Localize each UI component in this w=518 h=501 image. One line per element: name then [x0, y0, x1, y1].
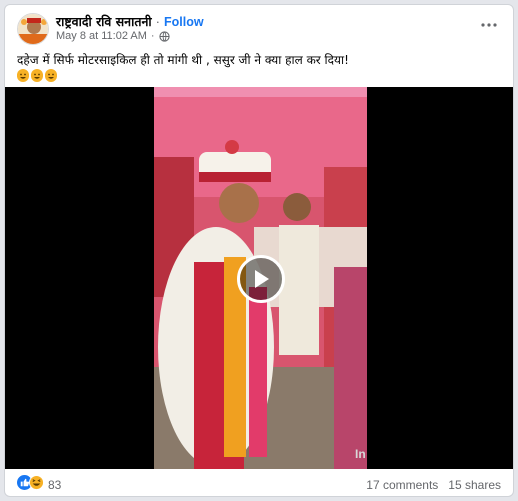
globe-icon[interactable]: [158, 30, 170, 42]
play-icon: [255, 270, 269, 288]
post-timestamp[interactable]: May 8 at 11:02 AM: [56, 30, 147, 42]
post-header: राष्ट्रवादी रवि सनातनी · Follow May 8 at…: [5, 5, 513, 49]
more-options-icon[interactable]: [479, 15, 499, 35]
post-meta: May 8 at 11:02 AM ·: [56, 30, 170, 42]
author-avatar[interactable]: [17, 13, 49, 45]
avatar-image: [18, 14, 48, 44]
post-card: राष्ट्रवादी रवि सनातनी · Follow May 8 at…: [4, 4, 514, 497]
post-footer: 83 17 comments 15 shares: [5, 469, 513, 496]
play-button[interactable]: [237, 255, 285, 303]
reaction-count: 83: [48, 478, 62, 492]
follow-button[interactable]: Follow: [164, 15, 204, 29]
meta-separator: ·: [150, 30, 155, 42]
author-row: राष्ट्रवादी रवि सनातनी · Follow: [56, 13, 204, 30]
comments-link[interactable]: 17 comments: [366, 478, 438, 492]
grinning-face-icon: [45, 69, 57, 82]
video-watermark: In: [355, 447, 366, 461]
reactions-summary[interactable]: 83: [17, 475, 61, 495]
post-caption: दहेज में सिर्फ मोटरसाइकिल ही तो मांगी थी…: [17, 53, 349, 67]
haha-icon: [29, 475, 44, 495]
shares-link[interactable]: 15 shares: [448, 478, 501, 492]
grinning-face-icon: [31, 69, 43, 82]
author-name[interactable]: राष्ट्रवादी रवि सनातनी: [56, 13, 152, 30]
engagement-stats: 17 comments 15 shares: [366, 478, 501, 492]
separator-dot: ·: [155, 14, 160, 29]
caption-emojis: [17, 69, 57, 82]
video-player[interactable]: In: [5, 87, 513, 469]
grinning-face-icon: [17, 69, 29, 82]
